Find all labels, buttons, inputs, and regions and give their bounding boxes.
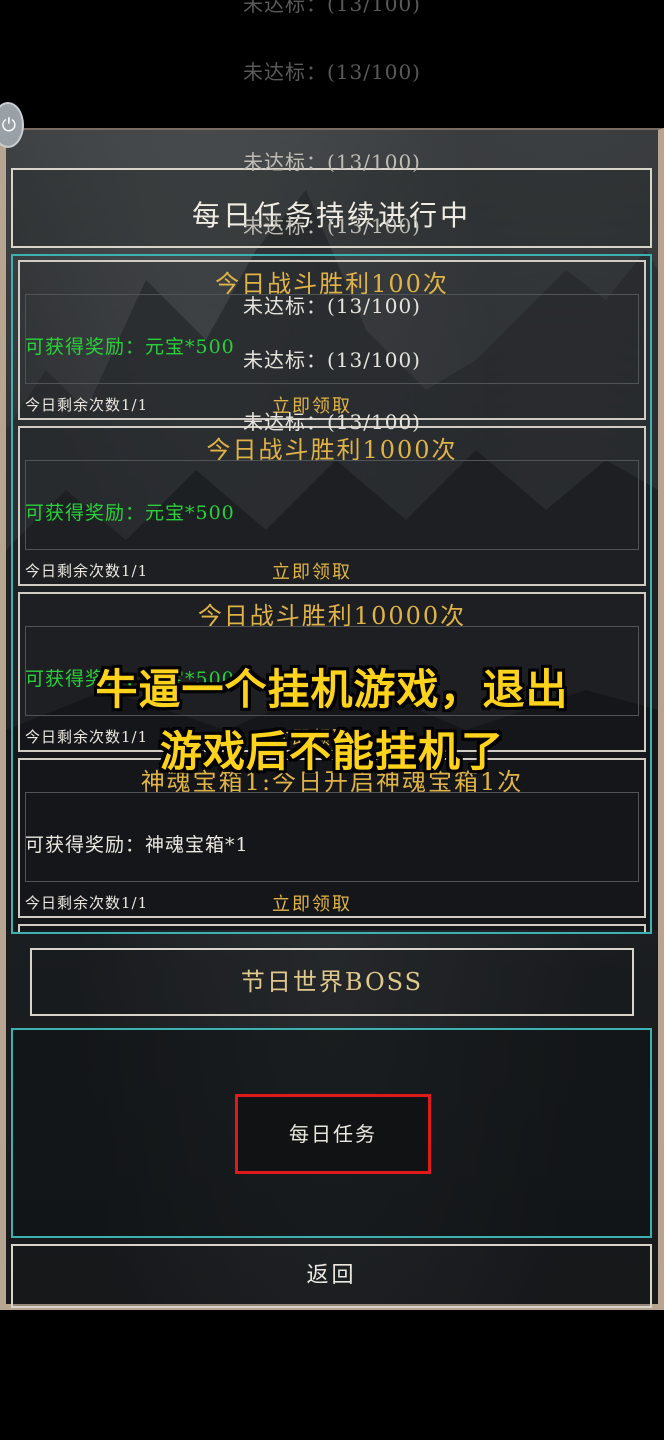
task-remaining-count: 今日剩余次数1/1 — [25, 562, 149, 580]
video-caption-line-1: 牛逼一个挂机游戏，退出 — [95, 665, 569, 714]
task-card: 神魂宝箱1:今日开启神魂宝箱1次 可获得奖励：神魂宝箱*1 今日剩余次数1/1 … — [18, 758, 646, 918]
tab-area: 每日任务 — [11, 1028, 652, 1238]
task-card: 今日战斗胜利1000次 可获得奖励：元宝*500 今日剩余次数1/1 立即领取 — [18, 426, 646, 586]
world-boss-button[interactable]: 节日世界BOSS — [30, 948, 634, 1016]
progress-overlay-text: 未达标：(13/100) — [243, 60, 421, 84]
task-card-partial — [18, 924, 646, 932]
daily-task-tab-button[interactable]: 每日任务 — [235, 1094, 431, 1174]
task-remaining-count: 今日剩余次数1/1 — [25, 894, 149, 912]
task-reward: 可获得奖励：神魂宝箱*1 — [25, 834, 249, 856]
claim-button[interactable]: 立即领取 — [272, 558, 352, 584]
progress-overlay-text: 未达标：(13/100) — [243, 0, 421, 16]
back-button[interactable]: 返回 — [11, 1244, 652, 1308]
progress-overlay-text: 未达标：(13/100) — [243, 294, 421, 318]
video-caption-line-2: 游戏后不能挂机了 — [159, 727, 504, 776]
progress-overlay-text: 未达标：(13/100) — [243, 214, 421, 238]
task-reward: 可获得奖励：元宝*500 — [25, 502, 235, 524]
task-card: 今日战斗胜利100次 可获得奖励：元宝*500 今日剩余次数1/1 立即领取 — [18, 260, 646, 420]
claim-button[interactable]: 立即领取 — [272, 890, 352, 916]
progress-overlay-text: 未达标：(13/100) — [243, 150, 421, 174]
progress-overlay-text: 未达标：(13/100) — [243, 410, 421, 434]
progress-overlay-text: 未达标：(13/100) — [243, 348, 421, 372]
